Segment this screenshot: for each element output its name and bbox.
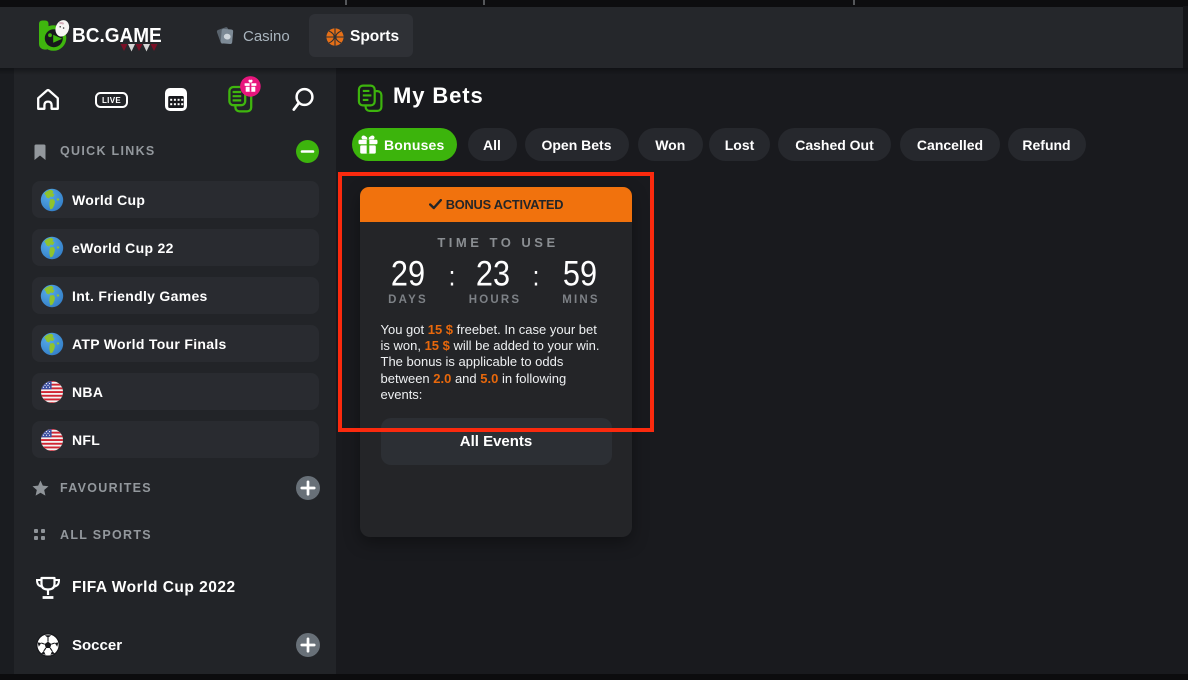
svg-text:LIVE: LIVE (102, 96, 121, 105)
